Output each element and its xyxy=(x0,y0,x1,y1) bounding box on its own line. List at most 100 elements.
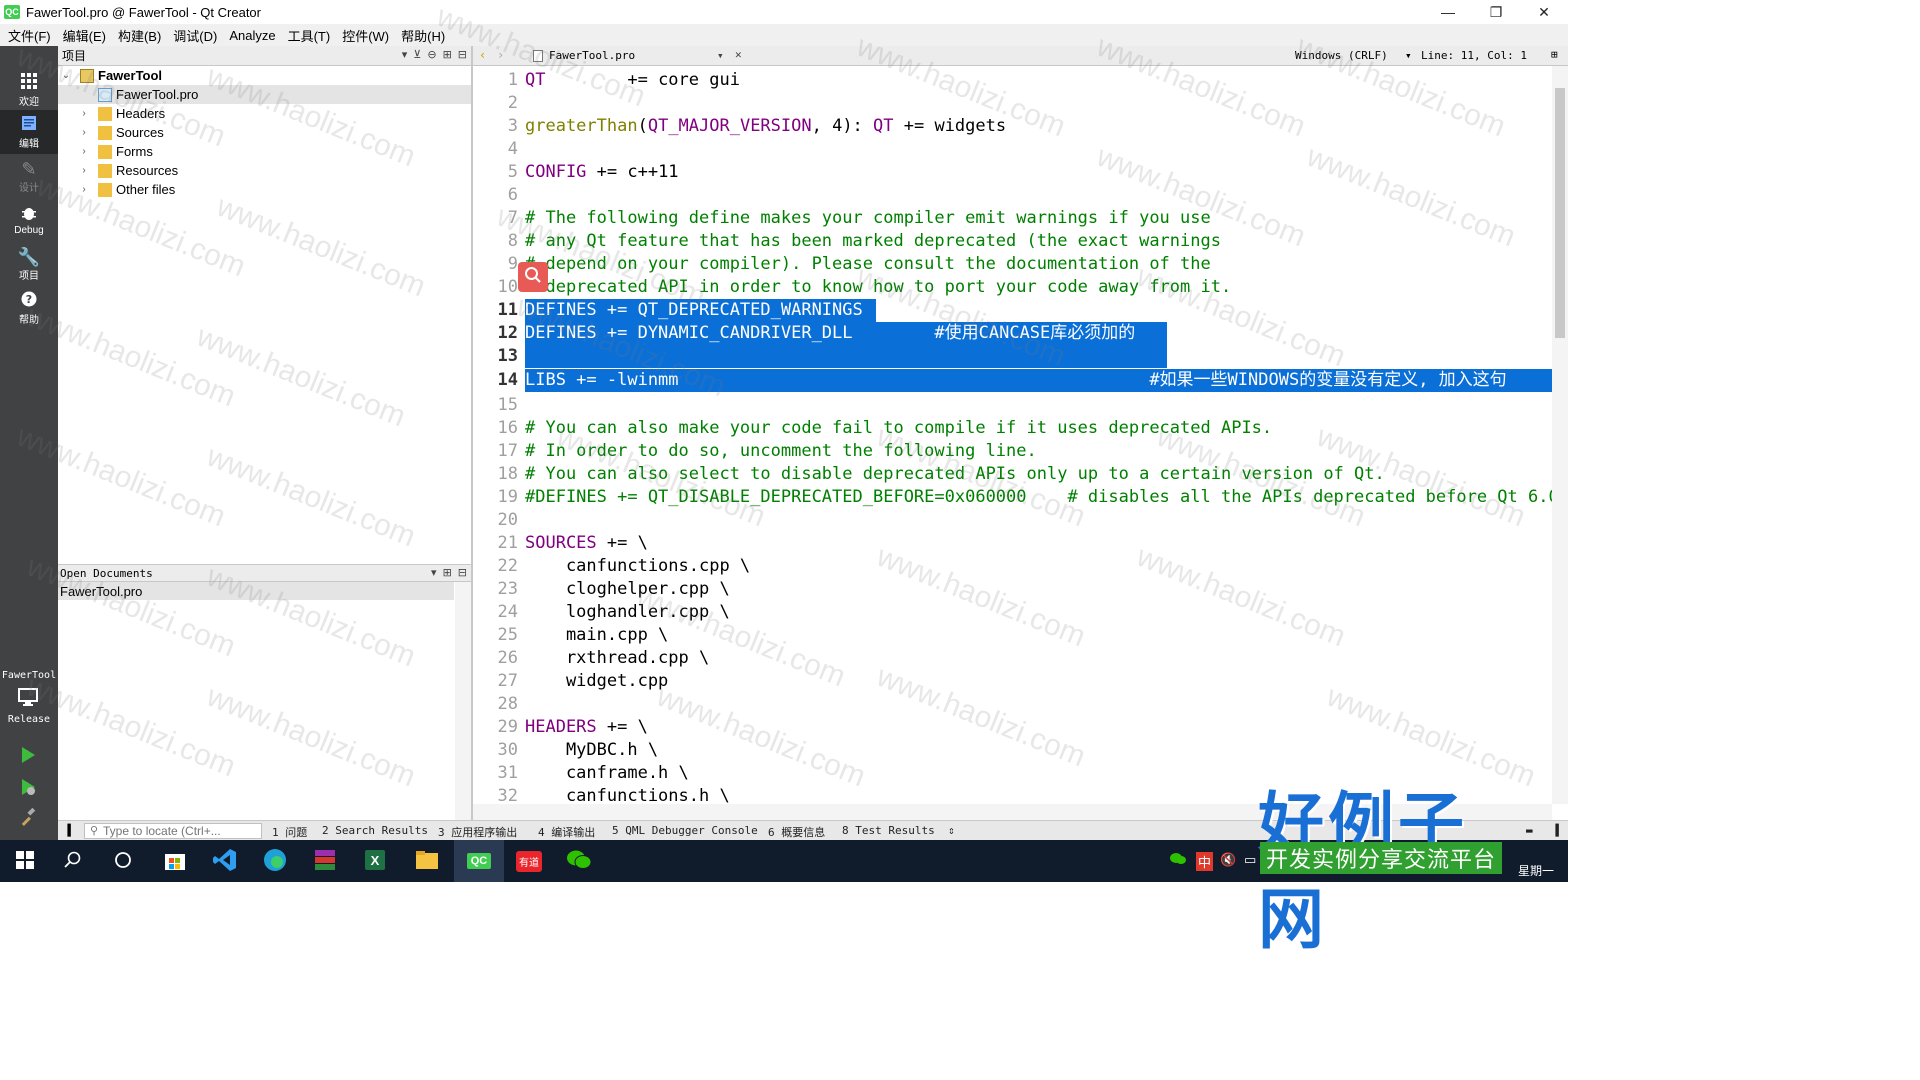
menu-edit[interactable]: 编辑(E) xyxy=(57,26,112,45)
minimize-button[interactable]: — xyxy=(1424,0,1472,24)
taskbar-search-button[interactable] xyxy=(48,840,98,882)
taskbar-app-explorer[interactable] xyxy=(402,840,452,882)
chevron-down-icon[interactable]: ▾ xyxy=(402,48,408,61)
locator-input[interactable] xyxy=(84,823,262,839)
tree-item-forms[interactable]: › Forms xyxy=(58,142,471,161)
tab-test-results[interactable]: 8 Test Results xyxy=(842,824,935,837)
code-line[interactable]: 23 cloghelper.cpp \ xyxy=(473,578,1552,601)
chevron-down-icon[interactable]: ▾ xyxy=(1405,49,1412,62)
code-line[interactable]: 20 xyxy=(473,509,1552,532)
kit-selector-monitor-icon[interactable] xyxy=(18,688,45,711)
current-file-name[interactable]: FawerTool.pro xyxy=(549,49,635,62)
task-view-button[interactable] xyxy=(98,840,148,882)
line-ending-selector[interactable]: Windows (CRLF) xyxy=(1295,49,1388,62)
taskbar-app-vscode[interactable] xyxy=(200,840,250,882)
tree-item-other-files[interactable]: › Other files xyxy=(58,180,471,199)
code-line[interactable]: 15 xyxy=(473,394,1552,417)
code-line[interactable]: 1 QT += core gui xyxy=(473,69,1552,92)
code-line[interactable]: 17 # In order to do so, uncomment the fol… xyxy=(473,440,1552,463)
close-pane-icon[interactable]: ⊟ xyxy=(458,566,467,579)
taskbar-app-youdao[interactable]: 有道 xyxy=(504,840,554,882)
tab-compile-output[interactable]: 4 编译输出 xyxy=(538,824,595,840)
taskbar-app-qtcreator[interactable]: QC xyxy=(454,840,504,882)
chevron-down-icon[interactable]: ▾ xyxy=(717,49,724,62)
code-line[interactable]: 7 # The following define makes your compi… xyxy=(473,207,1552,230)
tab-application-output[interactable]: 3 应用程序输出 xyxy=(438,824,517,840)
menu-tools[interactable]: 工具(T) xyxy=(282,26,337,45)
code-line[interactable]: 25 main.cpp \ xyxy=(473,624,1552,647)
chevron-right-icon[interactable]: › xyxy=(78,127,90,138)
taskbar-app-wechat[interactable] xyxy=(554,840,604,882)
filter-icon[interactable]: ⊻ xyxy=(413,48,421,61)
search-overlay-button[interactable] xyxy=(518,262,548,292)
code-line[interactable]: 29 HEADERS += \ xyxy=(473,716,1552,739)
battery-icon[interactable]: ▭ xyxy=(1244,852,1256,868)
taskbar-app-winrar[interactable] xyxy=(300,840,350,882)
code-line[interactable]: 21 SOURCES += \ xyxy=(473,532,1552,555)
code-line[interactable]: 5 CONFIG += c++11 xyxy=(473,161,1552,184)
code-line[interactable]: 27 widget.cpp xyxy=(473,670,1552,693)
menu-controls[interactable]: 控件(W) xyxy=(336,26,395,45)
open-document-item[interactable]: FawerTool.pro xyxy=(58,582,454,600)
volume-muted-icon[interactable]: 🔇 xyxy=(1220,852,1236,868)
code-line[interactable]: 8 # any Qt feature that has been marked d… xyxy=(473,230,1552,253)
code-line[interactable]: 22 canfunctions.cpp \ xyxy=(473,555,1552,578)
wechat-tray-icon[interactable] xyxy=(1170,852,1186,869)
tree-item-pro-file[interactable]: FawerTool.pro xyxy=(58,85,471,104)
editor-horizontal-scrollbar[interactable] xyxy=(473,804,1552,820)
split-icon[interactable]: ⊞ xyxy=(443,48,452,61)
tab-search-results[interactable]: 2 Search Results xyxy=(322,824,428,837)
mode-design[interactable]: ✎ 设计 xyxy=(0,154,58,198)
chevron-updown-icon[interactable]: ⇕ xyxy=(948,824,955,837)
code-line[interactable]: 4 xyxy=(473,138,1552,161)
code-editor[interactable]: 1 QT += core gui 2 3 greaterThan(QT_MAJOR_VE… xyxy=(473,66,1552,804)
forward-arrow-icon[interactable]: › xyxy=(497,48,504,62)
chevron-down-icon[interactable]: ⌄ xyxy=(60,70,72,81)
tree-item-sources[interactable]: › Sources xyxy=(58,123,471,142)
ime-indicator[interactable]: 中 xyxy=(1196,852,1214,871)
mode-welcome[interactable]: 欢迎 xyxy=(0,68,58,112)
chevron-right-icon[interactable]: › xyxy=(78,108,90,119)
toggle-output-icon[interactable]: ▐ xyxy=(1552,824,1559,837)
chevron-down-icon[interactable]: ▾ xyxy=(431,566,437,579)
code-line[interactable]: 12 DEFINES += DYNAMIC_CANDRIVER_DLL #使用CA… xyxy=(473,322,1552,345)
tab-qml-debugger-console[interactable]: 5 QML Debugger Console xyxy=(612,824,758,837)
menu-file[interactable]: 文件(F) xyxy=(2,26,57,45)
menu-build[interactable]: 构建(B) xyxy=(112,26,167,45)
editor-vertical-scrollbar[interactable] xyxy=(1552,66,1568,804)
code-line[interactable]: 32 canfunctions.h \ xyxy=(473,785,1552,804)
tree-item-root[interactable]: ⌄ FawerTool xyxy=(58,66,471,85)
code-line[interactable]: 2 xyxy=(473,92,1552,115)
tree-item-resources[interactable]: › Resources xyxy=(58,161,471,180)
tab-general-messages[interactable]: 6 概要信息 xyxy=(768,824,825,840)
mode-debug[interactable]: Debug xyxy=(0,198,58,242)
tab-issues[interactable]: 1 问题 xyxy=(272,824,307,840)
taskbar-app-store[interactable] xyxy=(150,840,200,882)
code-line[interactable]: 11 DEFINES += QT_DEPRECATED_WARNINGS xyxy=(473,299,1552,322)
close-button[interactable]: ✕ xyxy=(1520,0,1568,24)
code-line[interactable]: 10 # deprecated API in order to know how … xyxy=(473,276,1552,299)
toggle-sidebar-icon[interactable]: ▐ xyxy=(64,824,71,837)
chevron-right-icon[interactable]: › xyxy=(78,165,90,176)
run-button[interactable] xyxy=(16,744,40,768)
build-button[interactable] xyxy=(16,806,40,830)
split-editor-icon[interactable]: ⊞ xyxy=(1551,48,1558,61)
scrollbar-thumb[interactable] xyxy=(1555,88,1565,338)
close-document-icon[interactable]: ✕ xyxy=(735,48,742,61)
cursor-position[interactable]: Line: 11, Col: 1 xyxy=(1421,49,1527,62)
code-line[interactable]: 3 greaterThan(QT_MAJOR_VERSION, 4): QT +=… xyxy=(473,115,1552,138)
menu-analyze[interactable]: Analyze xyxy=(223,28,281,43)
code-line[interactable]: 24 loghandler.cpp \ xyxy=(473,601,1552,624)
mode-projects[interactable]: 🔧 项目 xyxy=(0,242,58,286)
code-line[interactable]: 14 LIBS += -lwinmm #如果一些WINDOWS的变量没有定义, 加… xyxy=(473,369,1552,393)
link-icon[interactable]: ⊖ xyxy=(427,48,436,61)
code-line[interactable]: 26 rxthread.cpp \ xyxy=(473,647,1552,670)
split-icon[interactable]: ⊞ xyxy=(443,566,452,579)
code-line[interactable]: 19 #DEFINES += QT_DISABLE_DEPRECATED_BEFO… xyxy=(473,486,1552,509)
code-line[interactable]: 18 # You can also select to disable depre… xyxy=(473,463,1552,486)
code-line[interactable]: 31 canframe.h \ xyxy=(473,762,1552,785)
back-arrow-icon[interactable]: ‹ xyxy=(479,48,486,62)
code-line[interactable]: 30 MyDBC.h \ xyxy=(473,739,1552,762)
mode-edit[interactable]: 编辑 xyxy=(0,110,58,154)
taskbar-app-edge[interactable] xyxy=(250,840,300,882)
